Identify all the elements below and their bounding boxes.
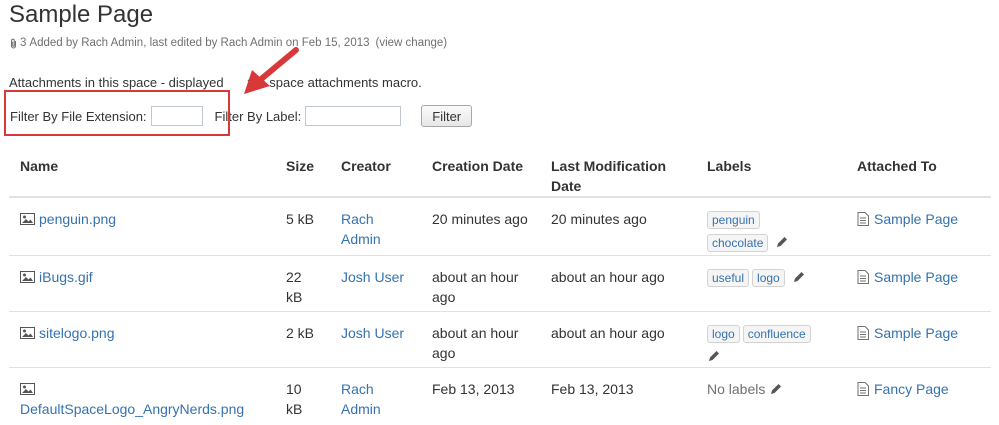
cell-modified-date: about an hour ago: [540, 255, 696, 312]
table-row: iBugs.gif 22 kB Josh User about an hour …: [9, 255, 991, 312]
label-tag[interactable]: penguin: [707, 211, 760, 229]
creator-link[interactable]: Rach Admin: [341, 381, 381, 417]
label-tag[interactable]: logo: [707, 325, 740, 343]
cell-creator: Rach Admin: [330, 368, 421, 424]
cell-attached-to: Fancy Page: [846, 368, 991, 424]
column-header-creation-date[interactable]: Creation Date: [421, 146, 540, 198]
attached-page-link[interactable]: Sample Page: [874, 211, 958, 227]
cell-attached-to: Sample Page: [846, 255, 991, 312]
cell-name: sitelogo.png: [9, 311, 275, 368]
filter-label-label: Filter By Label:: [214, 108, 302, 124]
cell-size: 2 kB: [275, 311, 330, 368]
label-tag[interactable]: chocolate: [707, 234, 769, 252]
pencil-icon[interactable]: [769, 382, 783, 396]
cell-attached-to: Sample Page: [846, 311, 991, 368]
attachment-count[interactable]: 3: [20, 37, 26, 49]
pencil-icon[interactable]: [775, 235, 789, 249]
pencil-icon[interactable]: [792, 270, 806, 284]
column-header-labels: Labels: [696, 146, 846, 198]
creator-link[interactable]: Josh User: [341, 325, 404, 341]
cell-attached-to: Sample Page: [846, 197, 991, 256]
confluence-page: Sample Page 3 Added by Rach Admin, last …: [0, 0, 999, 425]
image-file-icon: [20, 213, 35, 225]
page-byline: Added by Rach Admin, last edited by Rach…: [29, 37, 370, 49]
no-labels-text: No labels: [707, 381, 766, 397]
cell-creator: Josh User: [330, 255, 421, 312]
column-header-size[interactable]: Size: [275, 146, 330, 198]
cell-modified-date: 20 minutes ago: [540, 197, 696, 256]
cell-labels: useful logo: [696, 255, 846, 312]
cell-labels: logo confluence: [696, 311, 846, 368]
label-tag[interactable]: logo: [752, 269, 785, 287]
image-file-icon: [20, 383, 35, 395]
cell-size: 22 kB: [275, 255, 330, 312]
cell-name: DefaultSpaceLogo_AngryNerds.png: [9, 368, 275, 424]
cell-creator: Josh User: [330, 311, 421, 368]
page-icon: [857, 270, 869, 284]
page-icon: [857, 382, 869, 396]
cell-modified-date: Feb 13, 2013: [551, 381, 634, 397]
cell-labels: No labels: [696, 368, 846, 424]
table-row: DefaultSpaceLogo_AngryNerds.png 10 kB Ra…: [9, 368, 991, 424]
column-header-creator[interactable]: Creator: [330, 146, 421, 198]
cell-creation-date: Feb 13, 2013: [432, 381, 515, 397]
description-before: Attachments in this space - displayed: [9, 75, 224, 90]
filter-button[interactable]: Filter: [421, 105, 473, 127]
description-after: the space attachments macro.: [247, 75, 422, 90]
image-file-icon: [20, 327, 35, 339]
attached-page-link[interactable]: Fancy Page: [874, 381, 949, 397]
column-header-last-modification-date[interactable]: Last Modification Date: [540, 146, 696, 198]
pencil-icon[interactable]: [707, 349, 721, 363]
cell-creation-date: 20 minutes ago: [421, 197, 540, 256]
cell-creation-date: about an hour ago: [421, 311, 540, 368]
table-header-row: Name Size Creator Creation Date Last Mod…: [9, 146, 991, 198]
attached-page-link[interactable]: Sample Page: [874, 269, 958, 285]
attachments-table: Name Size Creator Creation Date Last Mod…: [9, 146, 991, 424]
page-icon: [857, 326, 869, 340]
cell-name: penguin.png: [9, 197, 275, 256]
attachment-link[interactable]: sitelogo.png: [39, 325, 115, 341]
column-header-name[interactable]: Name: [9, 146, 275, 198]
creator-link[interactable]: Rach Admin: [341, 211, 381, 247]
cell-name: iBugs.gif: [9, 255, 275, 312]
filter-extension-input[interactable]: [150, 106, 203, 126]
annotation-arrow-icon: [244, 47, 299, 94]
paperclip-icon[interactable]: [9, 38, 18, 49]
page-icon: [857, 212, 869, 226]
cell-labels: penguin chocolate: [696, 197, 846, 256]
attachment-link[interactable]: penguin.png: [39, 211, 116, 227]
table-row: sitelogo.png 2 kB Josh User about an hou…: [9, 311, 991, 368]
attachment-link[interactable]: iBugs.gif: [39, 269, 93, 285]
attached-page-link[interactable]: Sample Page: [874, 325, 958, 341]
filter-extension-label: Filter By File Extension:: [10, 108, 147, 124]
cell-size: 5 kB: [275, 197, 330, 256]
page-title: Sample Page: [9, 1, 154, 28]
cell-modified-date: about an hour ago: [540, 311, 696, 368]
label-tag[interactable]: useful: [707, 269, 750, 287]
filter-label-input[interactable]: [305, 106, 402, 126]
creator-link[interactable]: Josh User: [341, 269, 404, 285]
view-change-link[interactable]: (view change): [376, 37, 448, 49]
column-header-attached-to[interactable]: Attached To: [846, 146, 991, 198]
image-file-icon: [20, 271, 35, 283]
cell-creation-date: about an hour ago: [421, 255, 540, 312]
cell-creator: Rach Admin: [330, 197, 421, 256]
table-row: penguin.png 5 kB Rach Admin 20 minutes a…: [9, 197, 991, 256]
page-metadata: 3 Added by Rach Admin, last edited by Ra…: [9, 37, 447, 49]
attachment-link[interactable]: DefaultSpaceLogo_AngryNerds.png: [20, 401, 244, 417]
cell-size: 10 kB: [286, 381, 303, 417]
filter-bar: Filter By File Extension: Filter By Labe…: [10, 104, 473, 128]
macro-description: Attachments in this space - displayed the…: [9, 75, 422, 90]
label-tag[interactable]: confluence: [742, 325, 811, 343]
